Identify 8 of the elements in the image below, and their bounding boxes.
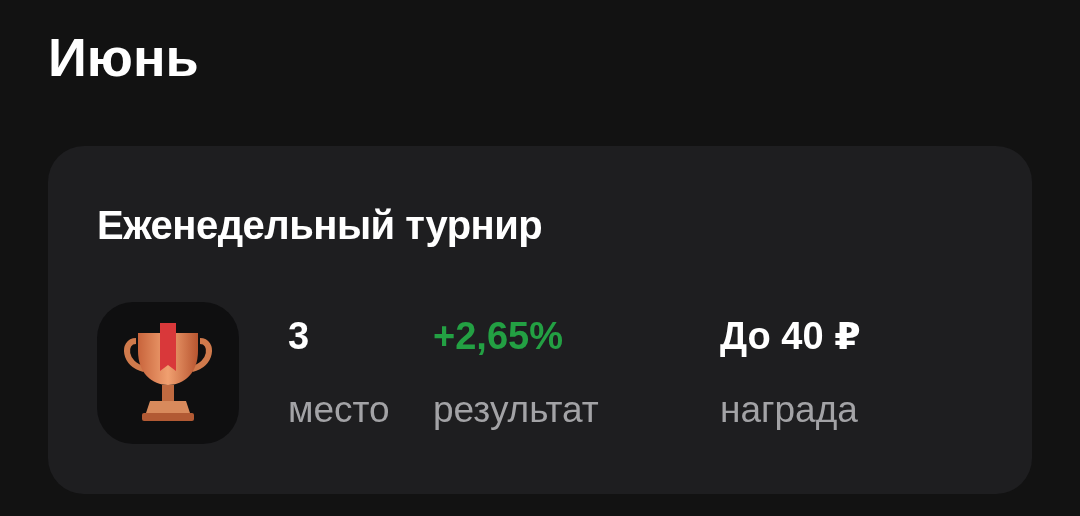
- stat-label: место: [288, 388, 391, 432]
- stat-value: +2,65%: [433, 314, 564, 359]
- stat-label: награда: [720, 388, 859, 432]
- card-title: Еженедельный турнир: [97, 202, 544, 249]
- month-heading: Июнь: [48, 26, 200, 89]
- stat-value: 3: [288, 314, 311, 359]
- stat-label: результат: [433, 388, 600, 432]
- stat-value: До 40 ₽: [720, 314, 862, 359]
